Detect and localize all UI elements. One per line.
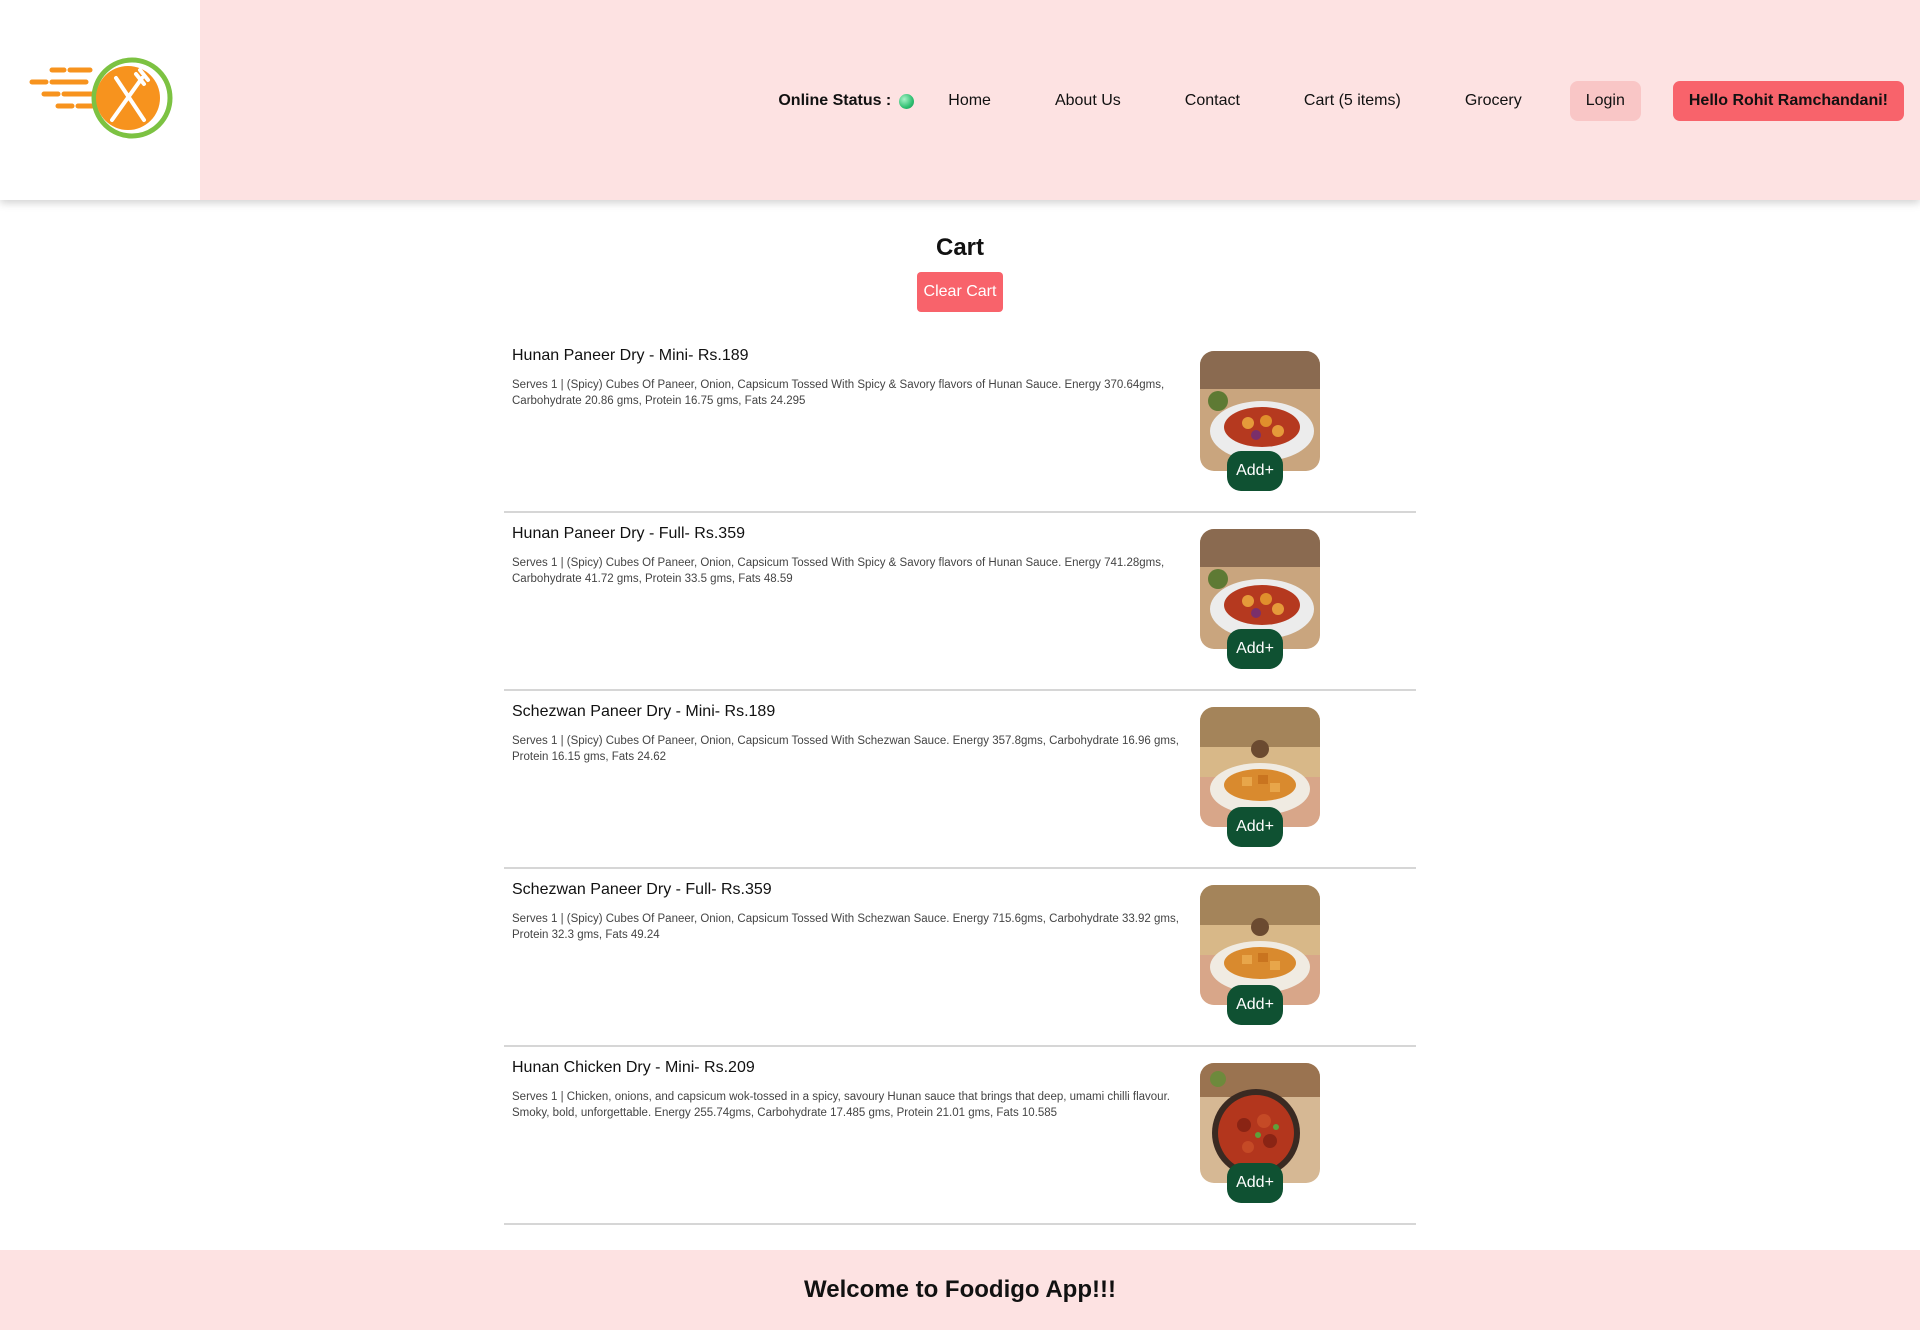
item-description: Serves 1 | Chicken, onions, and capsicum…: [512, 1091, 1170, 1119]
item-name: Hunan Paneer Dry - Full- Rs.359: [512, 525, 745, 542]
page-title: Cart: [935, 234, 984, 261]
nav-home-link[interactable]: Home: [948, 92, 991, 110]
add-item-button[interactable]: Add+: [1227, 1163, 1283, 1203]
item-description: Serves 1 | (Spicy) Cubes Of Paneer, Onio…: [512, 557, 1165, 585]
site-footer: Welcome to Foodigo App!!!: [0, 1250, 1920, 1330]
item-description: Serves 1 | (Spicy) Cubes Of Paneer, Onio…: [512, 913, 1179, 941]
login-button[interactable]: Login: [1569, 81, 1641, 121]
add-item-button[interactable]: Add+: [1227, 629, 1283, 669]
nav-grocery-link[interactable]: Grocery: [1465, 92, 1522, 110]
foodigo-logo-icon: [29, 57, 173, 139]
add-item-button[interactable]: Add+: [1227, 807, 1283, 847]
cart-item: Hunan Paneer Dry - Full- Rs.359 Serves 1…: [504, 513, 1416, 691]
logo-container[interactable]: [0, 0, 200, 200]
cart-item: Schezwan Paneer Dry - Mini- Rs.189 Serve…: [504, 691, 1416, 869]
clear-cart-button[interactable]: Clear Cart: [917, 272, 1003, 312]
online-status-indicator-icon: [899, 93, 915, 109]
item-name: Hunan Chicken Dry - Mini- Rs.209: [512, 1059, 755, 1076]
nav-about-link[interactable]: About Us: [1055, 92, 1121, 110]
online-status-label: Online Status :: [778, 92, 892, 109]
online-status: Online Status :: [778, 92, 915, 110]
cart-item: Schezwan Paneer Dry - Full- Rs.359 Serve…: [504, 869, 1416, 1047]
footer-welcome-text: Welcome to Foodigo App!!!: [804, 1276, 1116, 1303]
nav-contact-link[interactable]: Contact: [1185, 92, 1240, 110]
user-greeting-button[interactable]: Hello Rohit Ramchandani!: [1672, 81, 1904, 121]
nav-cart-link[interactable]: Cart (5 items): [1304, 92, 1401, 110]
item-name: Schezwan Paneer Dry - Full- Rs.359: [512, 881, 772, 898]
add-item-button[interactable]: Add+: [1227, 451, 1283, 491]
main-nav: Online Status : Home About Us Contact Ca…: [778, 81, 1904, 121]
cart-item: Hunan Chicken Dry - Mini- Rs.209 Serves …: [504, 1047, 1416, 1225]
item-name: Schezwan Paneer Dry - Mini- Rs.189: [512, 703, 776, 720]
item-description: Serves 1 | (Spicy) Cubes Of Paneer, Onio…: [512, 379, 1165, 407]
item-description: Serves 1 | (Spicy) Cubes Of Paneer, Onio…: [512, 735, 1179, 763]
cart-item-list: Hunan Paneer Dry - Mini- Rs.189 Serves 1…: [504, 335, 1416, 1225]
cart-item: Hunan Paneer Dry - Mini- Rs.189 Serves 1…: [504, 335, 1416, 513]
item-name: Hunan Paneer Dry - Mini- Rs.189: [512, 347, 749, 364]
add-item-button[interactable]: Add+: [1227, 985, 1283, 1025]
site-header: Online Status : Home About Us Contact Ca…: [0, 0, 1920, 200]
